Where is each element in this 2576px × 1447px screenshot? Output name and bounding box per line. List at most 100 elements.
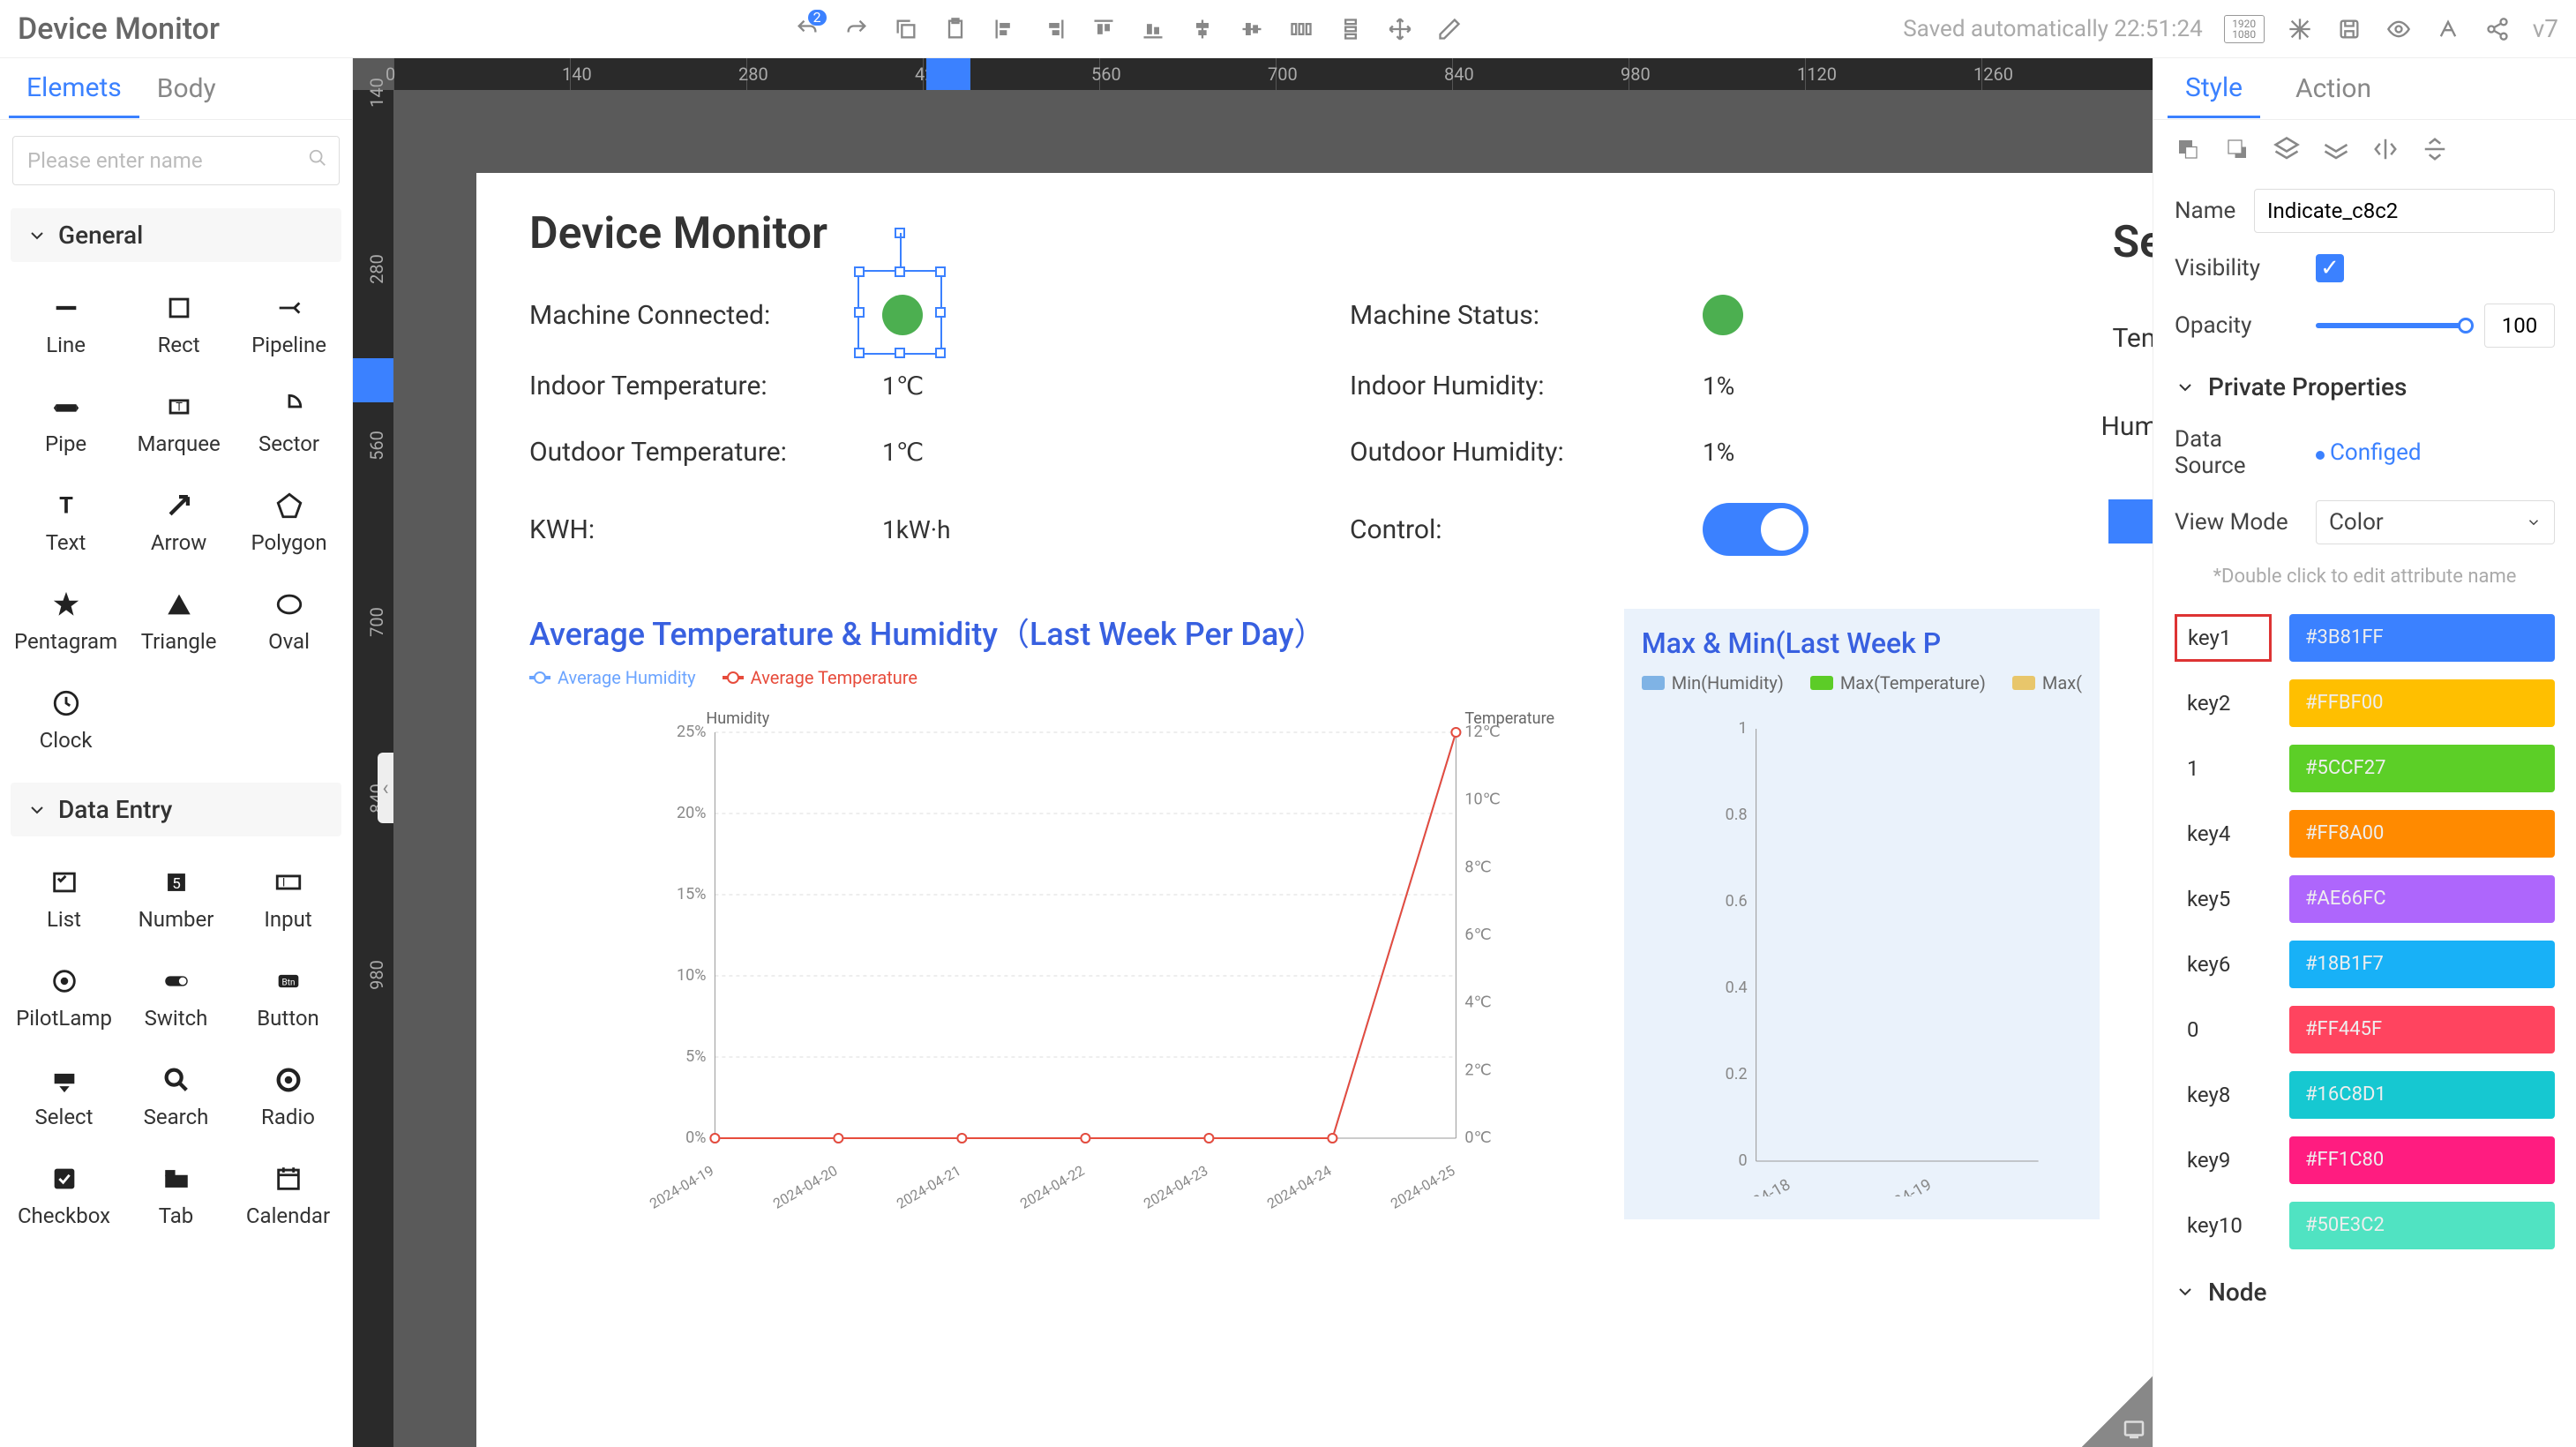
visibility-checkbox[interactable]: ✓ <box>2316 254 2344 282</box>
layer-front-icon[interactable] <box>2175 136 2201 162</box>
palette-tab[interactable]: Tab <box>123 1149 229 1242</box>
color-key[interactable]: key2 <box>2175 679 2272 727</box>
align-bottom-icon[interactable] <box>1139 15 1167 43</box>
section-node[interactable]: Node <box>2153 1263 2576 1321</box>
tab-style[interactable]: Style <box>2168 60 2260 118</box>
color-swatch[interactable]: #50E3C2 <box>2289 1202 2555 1249</box>
view-mode-select[interactable]: Color <box>2316 500 2555 544</box>
color-key[interactable]: key4 <box>2175 810 2272 858</box>
color-row-key6[interactable]: key6 #18B1F7 <box>2171 932 2558 997</box>
color-key[interactable]: key10 <box>2175 1202 2272 1249</box>
color-swatch[interactable]: #FF8A00 <box>2289 810 2555 858</box>
section-private-props[interactable]: Private Properties <box>2153 358 2576 416</box>
data-source-value[interactable]: Configed <box>2316 439 2422 466</box>
palette-list[interactable]: List <box>11 852 117 946</box>
palette-radio[interactable]: Radio <box>235 1050 341 1143</box>
tab-elements[interactable]: Elemets <box>9 60 139 118</box>
section-general[interactable]: General <box>11 208 341 262</box>
palette-rect[interactable]: Rect <box>126 278 231 371</box>
flip-h-icon[interactable] <box>2372 136 2399 162</box>
color-key[interactable]: key9 <box>2175 1136 2272 1184</box>
flip-v-icon[interactable] <box>2422 136 2448 162</box>
resolution-icon[interactable]: 19201080 <box>2224 15 2265 43</box>
align-top-icon[interactable] <box>1090 15 1118 43</box>
tab-body[interactable]: Body <box>139 61 234 116</box>
palette-switch[interactable]: Switch <box>123 951 229 1045</box>
palette-polygon[interactable]: Polygon <box>236 476 341 569</box>
color-key[interactable]: key5 <box>2175 875 2272 923</box>
paste-icon[interactable] <box>941 15 970 43</box>
align-vcenter-icon[interactable] <box>1238 15 1266 43</box>
color-key[interactable]: 1 <box>2175 745 2272 792</box>
distribute-v-icon[interactable] <box>1337 15 1365 43</box>
preview-icon[interactable] <box>2385 15 2413 43</box>
selection-box[interactable] <box>857 270 942 355</box>
expand-handle[interactable]: ‹ <box>378 753 393 823</box>
move-icon[interactable] <box>1386 15 1414 43</box>
palette-pipeline[interactable]: Pipeline <box>236 278 341 371</box>
align-right-icon[interactable] <box>1040 15 1068 43</box>
resize-handle-icon[interactable] <box>2082 1376 2153 1447</box>
color-swatch[interactable]: #FF445F <box>2289 1006 2555 1053</box>
palette-button[interactable]: BtnButton <box>235 951 341 1045</box>
copy-icon[interactable] <box>892 15 920 43</box>
color-swatch[interactable]: #FF1C80 <box>2289 1136 2555 1184</box>
canvas-area[interactable]: 014028042056070084098011201260 140280560… <box>353 58 2153 1447</box>
palette-pilotlamp[interactable]: PilotLamp <box>11 951 117 1045</box>
color-key[interactable]: key8 <box>2175 1071 2272 1119</box>
palette-sector[interactable]: Sector <box>236 377 341 470</box>
palette-text[interactable]: TText <box>11 476 121 569</box>
redo-icon[interactable] <box>842 15 871 43</box>
layer-back-icon[interactable] <box>2224 136 2250 162</box>
color-key[interactable]: 0 <box>2175 1006 2272 1053</box>
ruler-marker-h[interactable] <box>926 58 970 90</box>
ruler-marker-v[interactable] <box>353 358 393 402</box>
color-swatch[interactable]: #16C8D1 <box>2289 1071 2555 1119</box>
color-key[interactable]: key6 <box>2175 941 2272 988</box>
save-icon[interactable] <box>2335 15 2363 43</box>
side-button[interactable] <box>2108 499 2153 544</box>
color-key[interactable]: key1 <box>2175 614 2272 662</box>
undo-icon[interactable]: 2 <box>793 15 821 43</box>
palette-select[interactable]: Select <box>11 1050 117 1143</box>
layers-icon[interactable] <box>2273 136 2300 162</box>
publish-icon[interactable] <box>2434 15 2462 43</box>
tab-action[interactable]: Action <box>2278 61 2389 116</box>
palette-line[interactable]: Line <box>11 278 121 371</box>
layers-down-icon[interactable] <box>2323 136 2349 162</box>
align-hcenter-icon[interactable] <box>1188 15 1217 43</box>
color-swatch[interactable]: #FFBF00 <box>2289 679 2555 727</box>
color-row-key9[interactable]: key9 #FF1C80 <box>2171 1128 2558 1193</box>
share-icon[interactable] <box>2483 15 2512 43</box>
color-swatch[interactable]: #18B1F7 <box>2289 941 2555 988</box>
control-toggle[interactable]: on <box>1703 503 1808 556</box>
palette-checkbox[interactable]: Checkbox <box>11 1149 117 1242</box>
distribute-h-icon[interactable] <box>1287 15 1315 43</box>
color-row-key4[interactable]: key4 #FF8A00 <box>2171 801 2558 866</box>
color-row-key5[interactable]: key5 #AE66FC <box>2171 866 2558 932</box>
color-swatch[interactable]: #AE66FC <box>2289 875 2555 923</box>
color-row-key1[interactable]: key1 #3B81FF <box>2171 605 2558 671</box>
status-dot-status[interactable] <box>1703 295 1743 335</box>
align-left-icon[interactable] <box>991 15 1019 43</box>
color-row-1[interactable]: 1#5CCF27 <box>2171 736 2558 801</box>
palette-triangle[interactable]: Triangle <box>126 574 231 668</box>
name-input[interactable] <box>2254 189 2555 233</box>
color-row-0[interactable]: 0 #FF445F <box>2171 997 2558 1062</box>
palette-oval[interactable]: Oval <box>236 574 341 668</box>
palette-number[interactable]: 5Number <box>123 852 229 946</box>
color-swatch[interactable]: #3B81FF <box>2289 614 2555 662</box>
palette-search[interactable]: Search <box>123 1050 229 1143</box>
crop-icon[interactable] <box>2286 15 2314 43</box>
section-data-entry[interactable]: Data Entry <box>11 783 341 836</box>
color-row-key10[interactable]: key10 #50E3C2 <box>2171 1193 2558 1258</box>
palette-marquee[interactable]: TMarquee <box>126 377 231 470</box>
search-icon[interactable] <box>308 148 327 173</box>
canvas[interactable]: Device Monitor Ser Temp Humid Machine Co… <box>476 173 2153 1447</box>
palette-calendar[interactable]: Calendar <box>235 1149 341 1242</box>
color-row-key2[interactable]: key2 #FFBF00 <box>2171 671 2558 736</box>
palette-input[interactable]: IInput <box>235 852 341 946</box>
color-row-key8[interactable]: key8 #16C8D1 <box>2171 1062 2558 1128</box>
palette-arrow[interactable]: Arrow <box>126 476 231 569</box>
edit-icon[interactable] <box>1435 15 1464 43</box>
